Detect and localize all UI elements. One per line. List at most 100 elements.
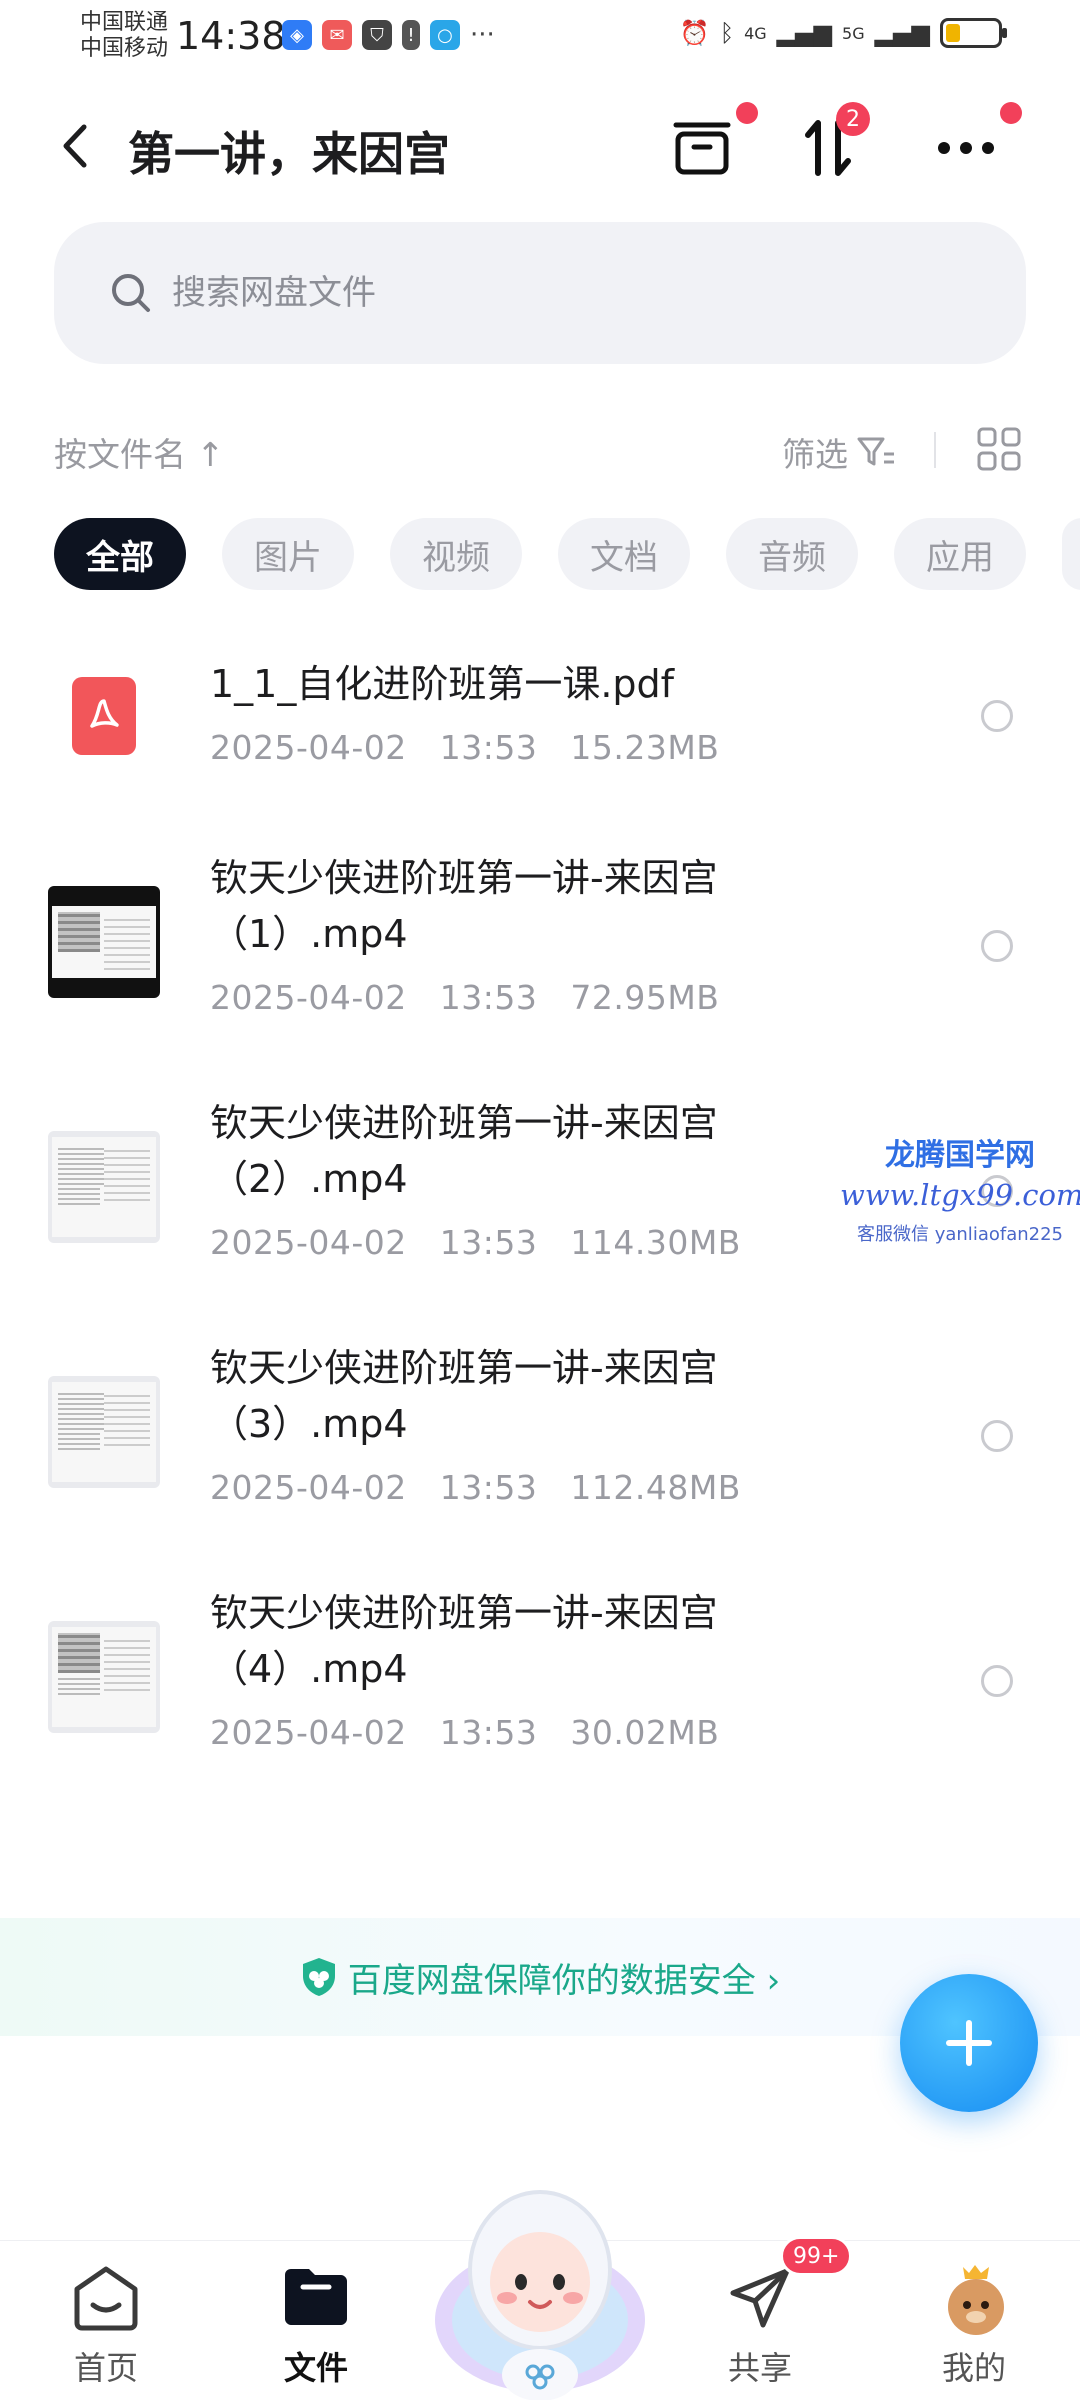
notification-icons: ◈ ✉ ⛉ ! ○ ··· xyxy=(282,20,495,50)
battery-icon xyxy=(940,18,1007,48)
file-thumbnail xyxy=(48,1621,160,1733)
divider xyxy=(934,432,936,468)
home-icon xyxy=(71,2265,141,2335)
file-meta: 2025-04-02 13:53 114.30MB xyxy=(210,1223,741,1262)
file-time: 13:53 xyxy=(439,1223,538,1262)
sort-by-name-button[interactable]: 按文件名 ↑ xyxy=(54,428,224,476)
archive-red-dot xyxy=(736,102,758,124)
file-meta: 2025-04-02 13:53 30.02MB xyxy=(210,1713,719,1752)
transfer-count-badge: 2 xyxy=(836,102,870,136)
file-select-radio[interactable] xyxy=(981,700,1013,732)
tab-images[interactable]: 图片 xyxy=(222,518,354,590)
file-time: 13:53 xyxy=(439,728,538,767)
video-thumbnail xyxy=(48,1621,160,1733)
plus-icon xyxy=(946,2020,992,2066)
nav-home-label: 首页 xyxy=(73,2349,138,2387)
file-date: 2025-04-02 xyxy=(210,1713,407,1752)
search-icon xyxy=(112,274,150,312)
file-meta: 2025-04-02 13:53 15.23MB xyxy=(210,728,719,767)
carrier-info: 中国联通 中国移动 xyxy=(80,10,168,62)
transfer-button[interactable]: 2 xyxy=(788,102,870,188)
mascot-icon xyxy=(435,2190,645,2400)
archive-button[interactable] xyxy=(662,102,758,188)
mail-notification-icon: ✉ xyxy=(322,20,352,50)
file-thumbnail xyxy=(48,1131,160,1243)
mascot-assistant-button[interactable] xyxy=(425,2170,655,2400)
share-count-badge: 99+ xyxy=(780,2236,853,2276)
filter-button[interactable]: 筛选 xyxy=(782,428,896,476)
search-bar[interactable] xyxy=(54,222,1026,364)
bluetooth-icon: ᛒ xyxy=(719,19,735,47)
file-time: 13:53 xyxy=(439,1713,538,1752)
watermark: 龙腾国学网 www.ltgx99.com 客服微信 yanliaofan225 xyxy=(840,1130,1080,1246)
file-name: 钦天少侠进阶班第一讲-来因宫（2）.mp4 xyxy=(210,1101,718,1201)
sort-filter-row: 按文件名 ↑ 筛选 xyxy=(54,420,1026,480)
search-input[interactable] xyxy=(172,273,872,313)
shield-icon xyxy=(302,1958,335,1996)
file-size: 112.48MB xyxy=(570,1468,741,1507)
status-bar: 中国联通 中国移动 14:38 ◈ ✉ ⛉ ! ○ ··· ⏰ ᛒ 4G ▂▄▆… xyxy=(0,0,1080,70)
paper-plane-icon xyxy=(725,2265,795,2335)
file-time: 13:53 xyxy=(439,978,538,1017)
file-select-radio[interactable] xyxy=(981,930,1013,962)
file-meta: 2025-04-02 13:53 112.48MB xyxy=(210,1468,741,1507)
file-row[interactable]: 钦天少侠进阶班第一讲-来因宫（3）.mp4 2025-04-02 13:53 1… xyxy=(0,1340,1080,1580)
status-time: 14:38 xyxy=(176,14,286,58)
grid-view-button[interactable] xyxy=(976,426,1026,476)
more-dots-icon xyxy=(938,142,994,154)
header: 第一讲，来因宫 2 xyxy=(0,100,1080,190)
category-tabs: 全部 图片 视频 文档 音频 应用 xyxy=(54,518,1080,590)
file-date: 2025-04-02 xyxy=(210,978,407,1017)
folder-icon xyxy=(281,2265,351,2335)
tab-apps[interactable]: 应用 xyxy=(894,518,1026,590)
app-notification-icon: ◈ xyxy=(282,20,312,50)
signal-4g-label: 4G xyxy=(744,23,767,43)
carrier-2: 中国移动 xyxy=(80,36,169,61)
file-name: 钦天少侠进阶班第一讲-来因宫（4）.mp4 xyxy=(210,1591,718,1691)
file-size: 15.23MB xyxy=(570,728,720,767)
tab-audio[interactable]: 音频 xyxy=(726,518,858,590)
tab-overflow[interactable] xyxy=(1062,518,1080,590)
page-title: 第一讲，来因宫 xyxy=(128,127,450,181)
signal-bars-icon-2: ▂▄▆ xyxy=(874,19,930,47)
system-status: ⏰ ᛒ 4G ▂▄▆ 5G ▂▄▆ xyxy=(679,18,1007,48)
video-thumbnail xyxy=(48,1376,160,1488)
back-button[interactable] xyxy=(50,118,100,174)
file-select-radio[interactable] xyxy=(981,1665,1013,1697)
watermark-title: 龙腾国学网 xyxy=(885,1138,1035,1173)
signal-5g-label: 5G xyxy=(842,23,865,43)
more-button[interactable] xyxy=(926,102,1022,188)
file-thumbnail xyxy=(48,660,160,772)
file-meta: 2025-04-02 13:53 72.95MB xyxy=(210,978,719,1017)
file-row[interactable]: 钦天少侠进阶班第一讲-来因宫（1）.mp4 2025-04-02 13:53 7… xyxy=(0,850,1080,1090)
signal-bars-icon: ▂▄▆ xyxy=(776,19,833,47)
filter-funnel-icon xyxy=(857,437,894,466)
nav-home[interactable]: 首页 xyxy=(36,2251,176,2391)
nav-share-label: 共享 xyxy=(727,2349,792,2387)
nav-mine[interactable]: 我的 xyxy=(904,2251,1044,2391)
file-size: 30.02MB xyxy=(570,1713,720,1752)
file-time: 13:53 xyxy=(439,1468,538,1507)
nav-files[interactable]: 文件 xyxy=(246,2251,386,2391)
shield-notification-icon: ⛉ xyxy=(362,20,392,50)
alert-notification-icon: ! xyxy=(402,20,420,50)
tab-videos[interactable]: 视频 xyxy=(390,518,522,590)
file-thumbnail xyxy=(48,886,160,998)
pdf-file-icon xyxy=(72,677,136,755)
video-thumbnail xyxy=(48,886,160,998)
carrier-1: 中国联通 xyxy=(80,10,169,35)
archive-box-icon xyxy=(673,122,731,175)
file-row[interactable]: 1_1_自化进阶班第一课.pdf 2025-04-02 13:53 15.23M… xyxy=(0,610,1080,850)
add-button[interactable] xyxy=(900,1974,1038,2112)
nav-files-label: 文件 xyxy=(283,2349,348,2387)
search-app-notification-icon: ○ xyxy=(430,20,460,50)
tab-documents[interactable]: 文档 xyxy=(558,518,690,590)
file-select-radio[interactable] xyxy=(981,1420,1013,1452)
file-name: 钦天少侠进阶班第一讲-来因宫（1）.mp4 xyxy=(210,856,718,956)
file-row[interactable]: 钦天少侠进阶班第一讲-来因宫（4）.mp4 2025-04-02 13:53 3… xyxy=(0,1585,1080,1825)
more-red-dot xyxy=(1000,102,1022,124)
alarm-icon: ⏰ xyxy=(679,19,710,47)
security-text: 百度网盘保障你的数据安全 › xyxy=(347,1960,781,2001)
file-size: 72.95MB xyxy=(570,978,720,1017)
tab-all[interactable]: 全部 xyxy=(54,518,186,590)
